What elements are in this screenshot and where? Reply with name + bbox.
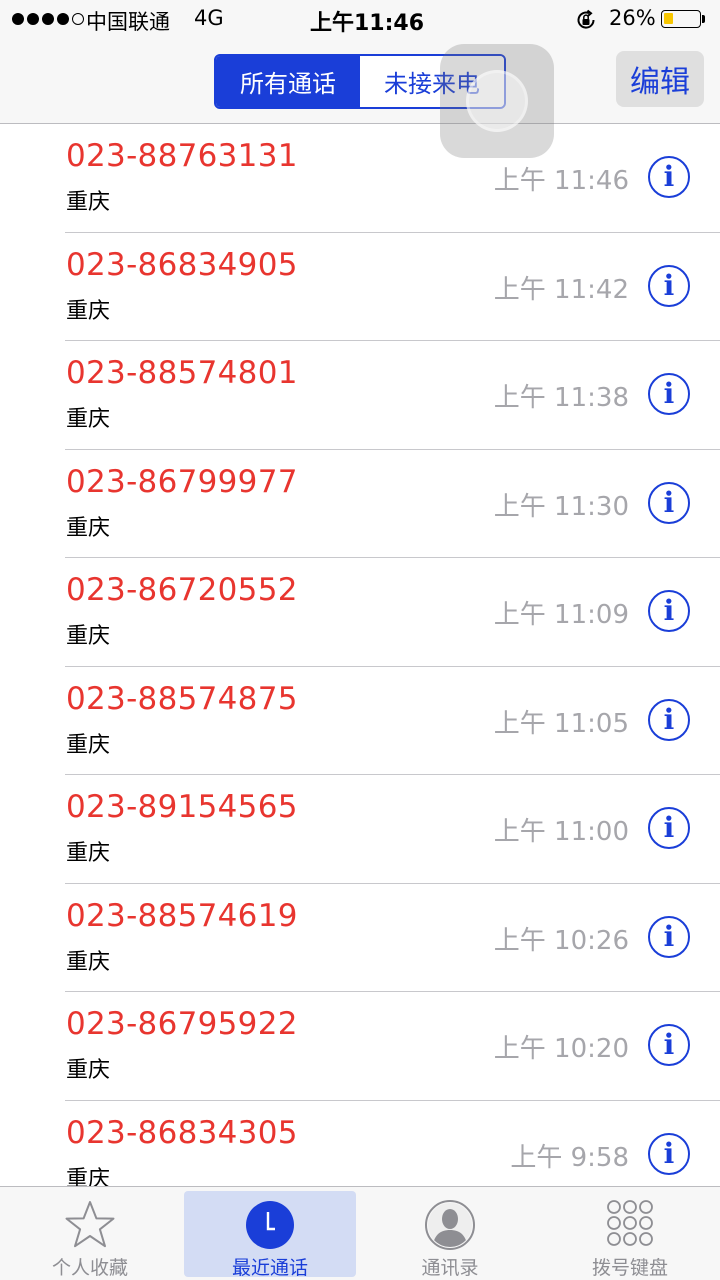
segment-all-calls[interactable]: 所有通话 bbox=[216, 56, 360, 107]
caller-location: 重庆 bbox=[66, 298, 111, 324]
caller-number: 023-86799977 bbox=[66, 463, 298, 500]
assistive-touch-icon bbox=[466, 70, 528, 132]
tab-label-favorites: 个人收藏 bbox=[51, 1257, 128, 1279]
info-icon[interactable]: i bbox=[648, 156, 690, 198]
edit-button[interactable]: 编辑 bbox=[616, 51, 704, 107]
caller-number: 023-86795922 bbox=[66, 1006, 298, 1042]
caller-location: 重庆 bbox=[66, 407, 111, 432]
call-time: 上午 11:42 bbox=[493, 274, 629, 305]
call-row[interactable]: 023-89154565 重庆 上午 11:00 i bbox=[0, 775, 720, 884]
call-row[interactable]: 023-86834305 重庆 上午 9:58 i bbox=[0, 1101, 720, 1187]
star-icon bbox=[65, 1201, 115, 1248]
call-time: 上午 10:26 bbox=[493, 925, 629, 956]
battery-icon bbox=[661, 10, 701, 28]
caller-location: 重庆 bbox=[66, 841, 111, 866]
tab-bar: 个人收藏 最近通话 通讯录 拨号键盘 bbox=[0, 1186, 720, 1280]
call-time: 上午 11:05 bbox=[493, 708, 629, 739]
clock-icon bbox=[246, 1201, 294, 1249]
info-icon[interactable]: i bbox=[648, 1024, 690, 1066]
caller-location: 重庆 bbox=[66, 190, 111, 215]
tab-label-keypad: 拨号键盘 bbox=[591, 1257, 668, 1279]
call-time: 上午 11:09 bbox=[493, 600, 629, 630]
caller-location: 重庆 bbox=[66, 1166, 111, 1187]
call-time: 上午 11:30 bbox=[493, 491, 629, 522]
tab-recents[interactable]: 最近通话 bbox=[184, 1191, 356, 1279]
call-time: 上午 11:46 bbox=[493, 166, 629, 196]
info-icon[interactable]: i bbox=[648, 264, 690, 307]
assistive-touch-button[interactable] bbox=[440, 44, 554, 158]
caller-location: 重庆 bbox=[66, 1058, 111, 1083]
caller-location: 重庆 bbox=[66, 949, 111, 975]
call-row[interactable]: 023-86799977 重庆 上午 11:30 i bbox=[0, 450, 720, 559]
call-time: 上午 11:38 bbox=[493, 383, 629, 413]
call-row[interactable]: 023-86720552 重庆 上午 11:09 i bbox=[0, 558, 720, 667]
navigation-bar: 所有通话 未接来电 编辑 bbox=[0, 40, 720, 158]
info-icon[interactable]: i bbox=[648, 373, 690, 415]
info-icon[interactable]: i bbox=[648, 590, 690, 632]
tab-keypad[interactable]: 拨号键盘 bbox=[544, 1191, 716, 1279]
caller-location: 重庆 bbox=[66, 732, 111, 758]
tab-label-recents: 最近通话 bbox=[231, 1257, 308, 1279]
call-time: 上午 11:00 bbox=[493, 817, 629, 847]
caller-number: 023-88574619 bbox=[66, 897, 298, 934]
call-row[interactable]: 023-88574801 重庆 上午 11:38 i bbox=[0, 341, 720, 450]
battery-tip bbox=[702, 15, 705, 23]
call-row[interactable]: 023-88574619 重庆 上午 10:26 i bbox=[0, 884, 720, 993]
info-icon[interactable]: i bbox=[648, 698, 690, 741]
recent-calls-list[interactable]: 023-88763131 重庆 上午 11:46 i 023-86834905 重庆 上午 … bbox=[0, 124, 720, 1186]
caller-number: 023-88574875 bbox=[66, 680, 298, 717]
carrier-name: 中国联通 bbox=[86, 10, 170, 34]
status-time: 上午11:46 bbox=[310, 11, 425, 36]
rotation-lock-icon bbox=[577, 9, 595, 29]
call-row[interactable]: 023-86834905 重庆 上午 11:42 i bbox=[0, 233, 720, 342]
tab-favorites[interactable]: 个人收藏 bbox=[4, 1191, 176, 1279]
caller-location: 重庆 bbox=[66, 515, 111, 541]
battery-percentage: 26% bbox=[609, 6, 656, 30]
status-bar: 中国联通 4G 上午11:46 26% bbox=[0, 0, 720, 40]
call-time: 上午 10:20 bbox=[493, 1034, 629, 1064]
caller-number: 023-86834905 bbox=[66, 246, 298, 283]
info-icon[interactable]: i bbox=[648, 481, 690, 524]
keypad-icon bbox=[607, 1200, 653, 1246]
caller-number: 023-86834305 bbox=[66, 1114, 298, 1151]
signal-strength-icon bbox=[12, 13, 84, 25]
battery-level-fill bbox=[664, 13, 673, 24]
call-row[interactable]: 023-88763131 重庆 上午 11:46 i bbox=[0, 124, 720, 233]
info-icon[interactable]: i bbox=[648, 1132, 690, 1175]
caller-number: 023-86720552 bbox=[66, 572, 298, 608]
contact-icon bbox=[425, 1200, 475, 1250]
info-icon[interactable]: i bbox=[648, 915, 690, 958]
caller-number: 023-88763131 bbox=[66, 138, 298, 174]
caller-location: 重庆 bbox=[66, 624, 111, 649]
tab-label-contacts: 通讯录 bbox=[421, 1257, 479, 1279]
call-time: 上午 9:58 bbox=[510, 1142, 629, 1173]
tab-contacts[interactable]: 通讯录 bbox=[364, 1191, 536, 1279]
call-row[interactable]: 023-86795922 重庆 上午 10:20 i bbox=[0, 992, 720, 1101]
phone-screen: 中国联通 4G 上午11:46 26% 所有通话 未接来电 编辑 023-887… bbox=[0, 0, 720, 1280]
network-type: 4G bbox=[194, 6, 224, 30]
info-icon[interactable]: i bbox=[648, 807, 690, 849]
caller-number: 023-89154565 bbox=[66, 789, 298, 825]
caller-number: 023-88574801 bbox=[66, 355, 298, 391]
call-row[interactable]: 023-88574875 重庆 上午 11:05 i bbox=[0, 667, 720, 776]
